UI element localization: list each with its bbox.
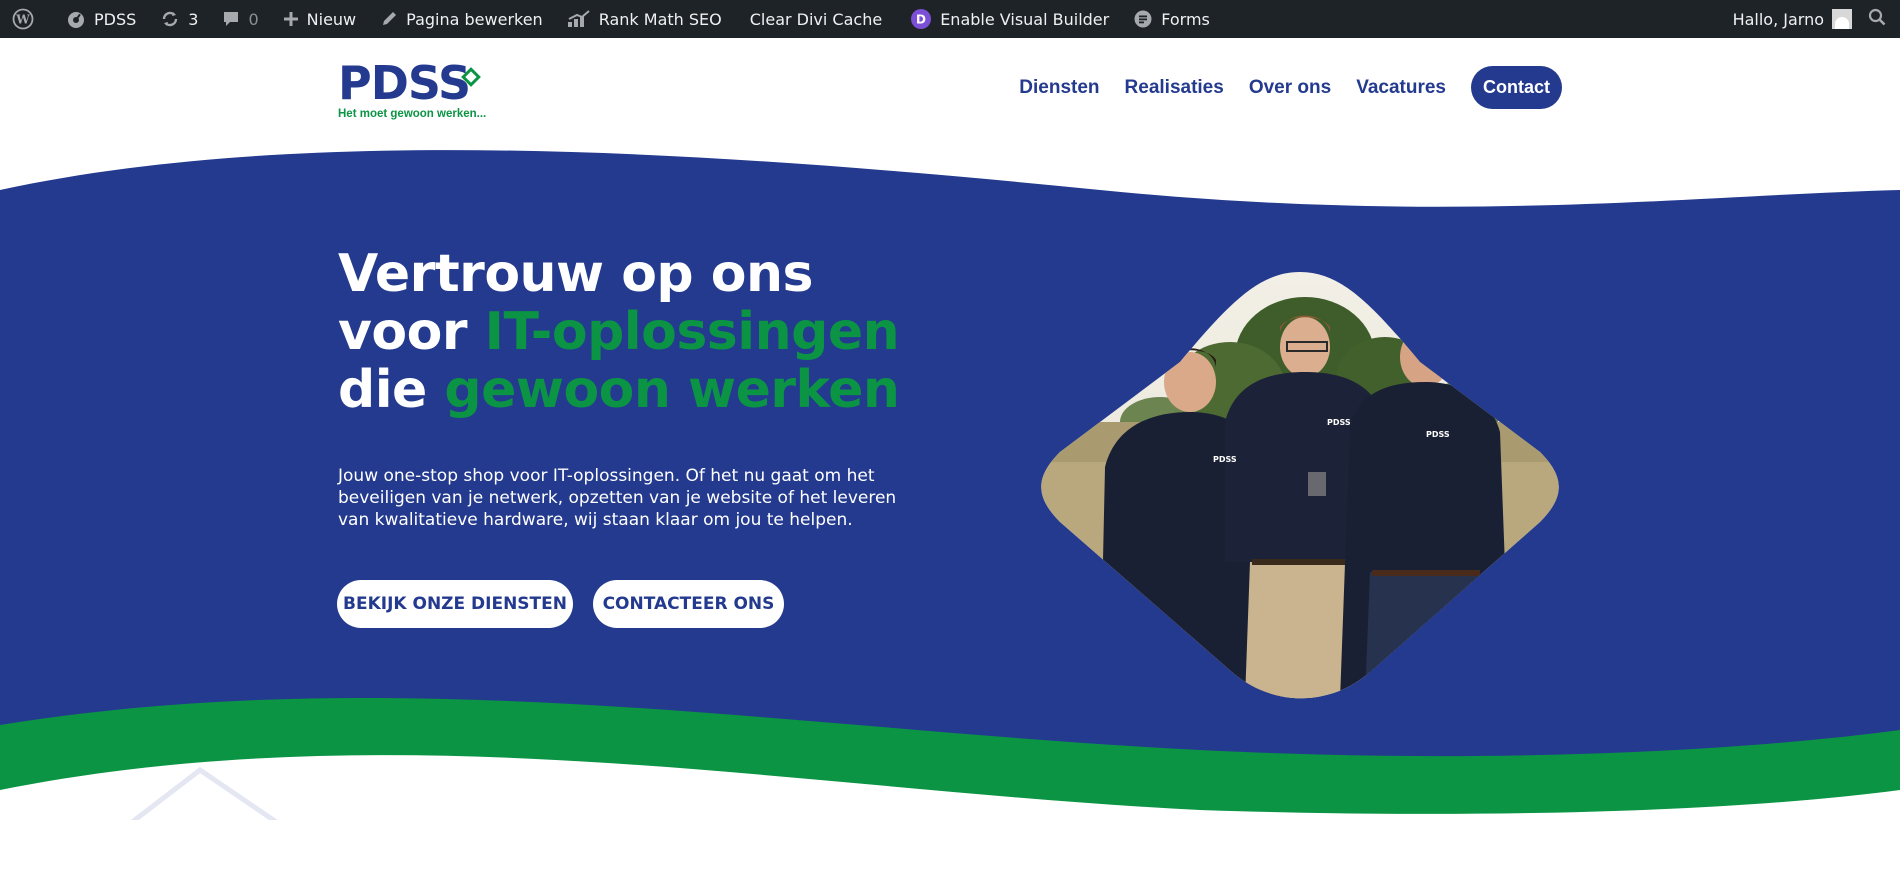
hero-title-line3b: gewoon werken	[444, 360, 900, 420]
nav-vacatures[interactable]: Vacatures	[1356, 77, 1446, 99]
edit-page-label: Pagina bewerken	[406, 9, 543, 29]
comments-count: 0	[248, 9, 259, 29]
hero-title-line2b: IT-oplossingen	[484, 302, 900, 362]
new-content-menu[interactable]: Nieuw	[271, 0, 368, 38]
admin-bar: W PDSS 3 0 Nieuw Pagina bewerken Rank Ma…	[0, 0, 1900, 38]
site-name-label: PDSS	[94, 9, 137, 29]
search-icon	[1868, 8, 1886, 30]
site-logo[interactable]: PDSS Het moet gewoon werken...	[338, 60, 488, 120]
updates-menu[interactable]: 3	[148, 0, 210, 38]
hero-title: Vertrouw op ons voor IT-oplossingen die …	[338, 244, 900, 420]
nav-over-ons[interactable]: Over ons	[1249, 77, 1331, 99]
divi-icon: D	[910, 8, 932, 30]
plus-icon	[283, 11, 299, 27]
forms-label: Forms	[1161, 9, 1210, 29]
hero-title-line3a: die	[338, 360, 445, 420]
hero-description: Jouw one-stop shop voor IT-oplossingen. …	[338, 466, 897, 530]
nav-diensten[interactable]: Diensten	[1019, 77, 1099, 99]
hero-title-line2a: voor	[338, 302, 485, 362]
contact-button[interactable]: Contact	[1471, 66, 1562, 109]
shirt-logo-right: PDSS	[1426, 430, 1450, 439]
shirt-logo-left: PDSS	[1213, 455, 1237, 464]
comments-menu[interactable]: 0	[210, 0, 270, 38]
services-button[interactable]: BEKIJK ONZE DIENSTEN	[337, 580, 573, 628]
shirt-logo-middle: PDSS	[1327, 418, 1351, 427]
main-navigation: Diensten Realisaties Over ons Vacatures …	[994, 66, 1562, 109]
forms-menu[interactable]: Forms	[1121, 0, 1222, 38]
clear-cache-menu[interactable]: Clear Divi Cache	[734, 0, 894, 38]
rankmath-icon	[567, 10, 591, 28]
new-label: Nieuw	[306, 9, 357, 29]
visual-builder-menu[interactable]: D Enable Visual Builder	[894, 0, 1121, 38]
forms-icon	[1133, 9, 1153, 29]
hero-background	[0, 150, 1900, 820]
pencil-icon	[380, 10, 398, 28]
site-header: PDSS Het moet gewoon werken... Diensten …	[0, 38, 1900, 158]
wordpress-icon: W	[12, 8, 34, 30]
edit-page-menu[interactable]: Pagina bewerken	[368, 0, 555, 38]
account-menu[interactable]: Hallo, Jarno	[1721, 0, 1862, 38]
comment-icon	[222, 10, 240, 28]
svg-text:D: D	[916, 13, 926, 27]
visual-builder-label: Enable Visual Builder	[940, 9, 1110, 29]
avatar	[1832, 9, 1852, 29]
rankmath-label: Rank Math SEO	[598, 9, 722, 29]
wordpress-menu[interactable]: W	[0, 0, 54, 38]
svg-text:W: W	[15, 13, 30, 27]
site-name-menu[interactable]: PDSS	[54, 0, 148, 38]
dashboard-icon	[66, 9, 86, 29]
refresh-icon	[160, 9, 180, 29]
nav-realisaties[interactable]: Realisaties	[1125, 77, 1224, 99]
clear-cache-label: Clear Divi Cache	[749, 9, 883, 29]
hero-title-line1: Vertrouw op ons	[338, 244, 813, 304]
updates-count: 3	[188, 9, 199, 29]
logo-wordmark: PDSS	[338, 56, 471, 110]
contact-us-button[interactable]: CONTACTEER ONS	[593, 580, 784, 628]
greeting-label: Hallo, Jarno	[1732, 9, 1824, 29]
team-photo: PDSS PDSS PDSS	[1041, 272, 1559, 699]
admin-search[interactable]	[1862, 0, 1900, 38]
rankmath-menu[interactable]: Rank Math SEO	[555, 0, 734, 38]
